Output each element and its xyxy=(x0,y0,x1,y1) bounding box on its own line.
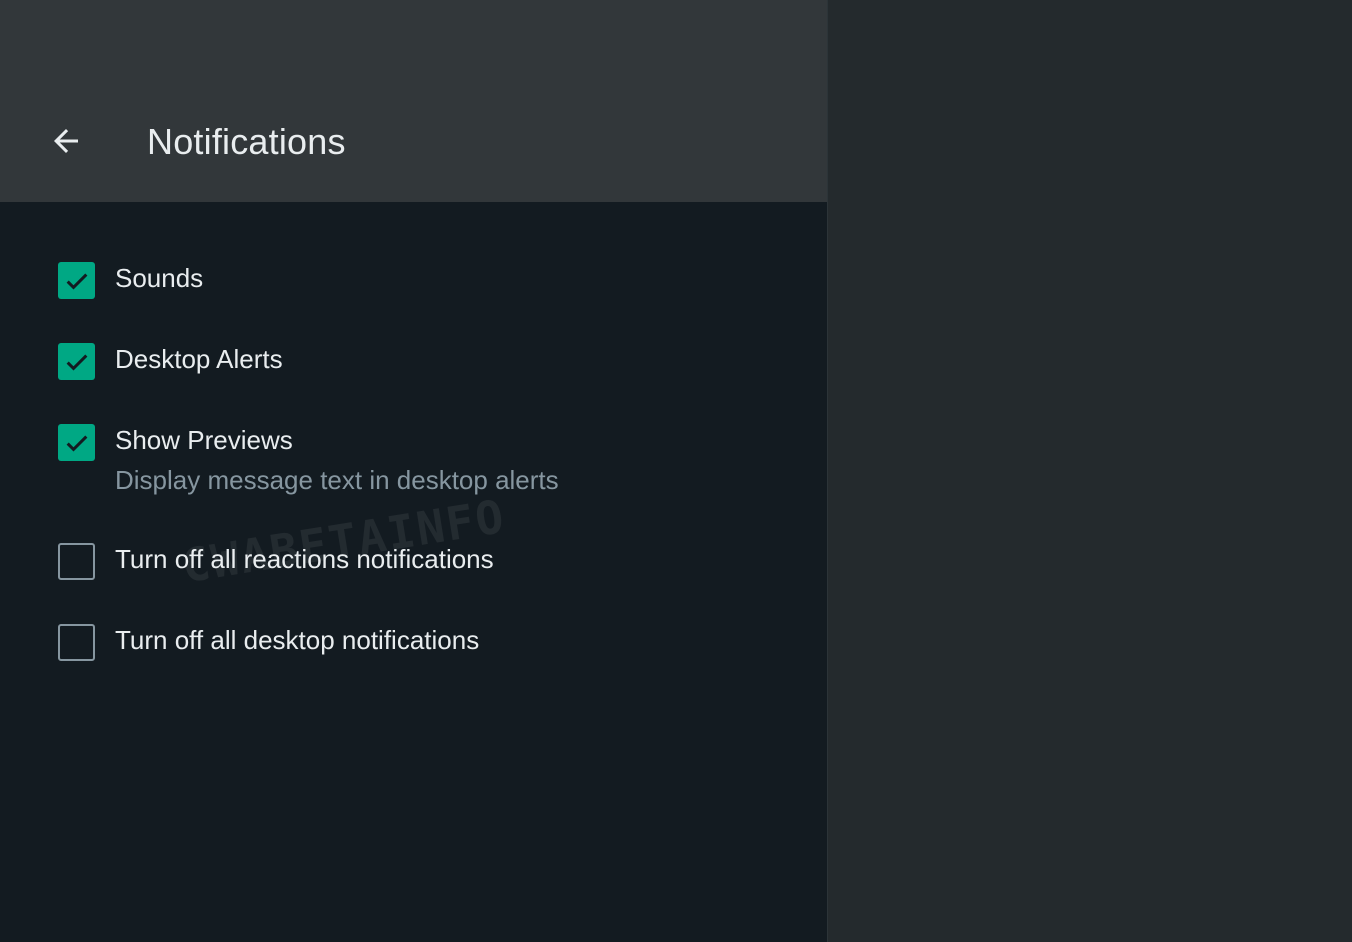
turn-off-reactions-label: Turn off all reactions notifications xyxy=(115,544,494,574)
show-previews-checkbox[interactable] xyxy=(58,424,95,461)
empty-content-panel xyxy=(828,0,1352,942)
setting-turn-off-desktop[interactable]: Turn off all desktop notifications xyxy=(58,624,479,661)
show-previews-label: Show Previews xyxy=(115,425,293,455)
show-previews-description: Display message text in desktop alerts xyxy=(115,465,559,495)
panel-header: Notifications xyxy=(0,0,827,202)
desktop-alerts-checkbox[interactable] xyxy=(58,343,95,380)
settings-list: Sounds Desktop Alerts Show Previews Disp… xyxy=(0,202,827,942)
setting-turn-off-reactions[interactable]: Turn off all reactions notifications xyxy=(58,543,494,580)
setting-sounds[interactable]: Sounds xyxy=(58,262,203,299)
turn-off-desktop-checkbox[interactable] xyxy=(58,624,95,661)
app-window: Notifications Sounds Desktop Alerts Show… xyxy=(0,0,1352,942)
setting-desktop-alerts[interactable]: Desktop Alerts xyxy=(58,343,283,380)
checkmark-icon xyxy=(66,273,87,290)
notifications-panel: Notifications Sounds Desktop Alerts Show… xyxy=(0,0,827,942)
back-button[interactable] xyxy=(44,119,88,163)
checkmark-icon xyxy=(66,354,87,371)
sounds-label: Sounds xyxy=(115,263,204,293)
sounds-checkbox[interactable] xyxy=(58,262,95,299)
setting-show-previews[interactable]: Show Previews Display message text in de… xyxy=(58,424,559,496)
turn-off-desktop-label: Turn off all desktop notifications xyxy=(115,625,480,655)
turn-off-reactions-checkbox[interactable] xyxy=(58,543,95,580)
desktop-alerts-label: Desktop Alerts xyxy=(115,344,283,374)
checkmark-icon xyxy=(66,435,87,452)
page-title: Notifications xyxy=(147,121,346,162)
arrow-left-icon xyxy=(54,129,78,153)
